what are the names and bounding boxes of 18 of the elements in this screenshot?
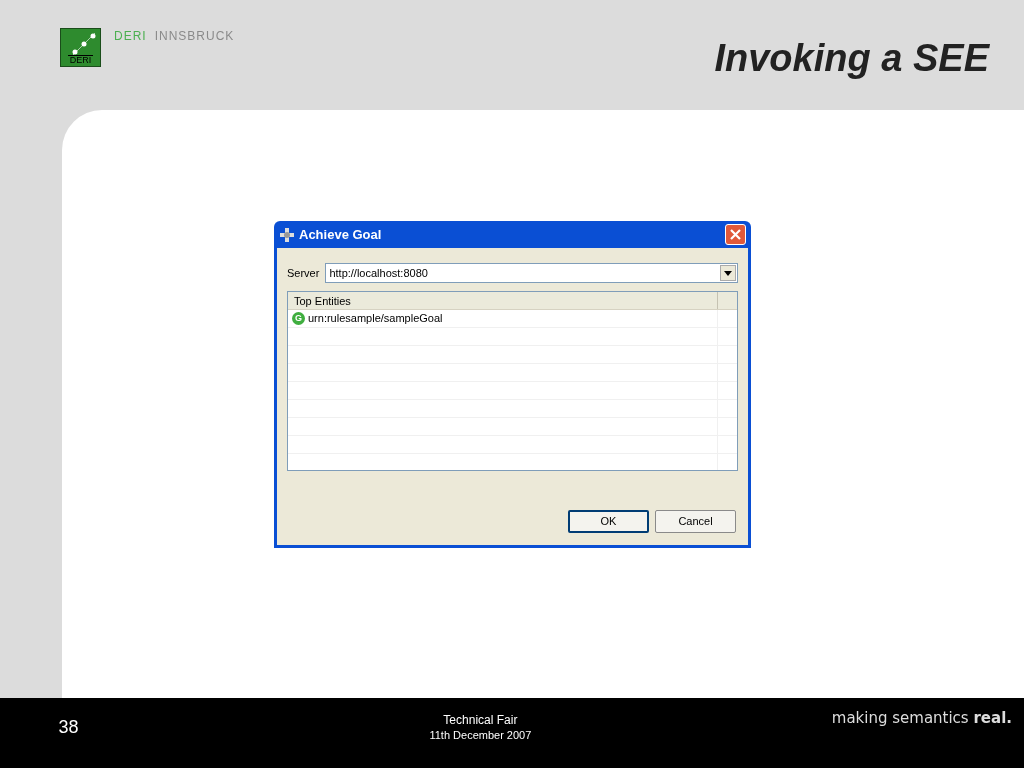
ok-button[interactable]: OK bbox=[568, 510, 649, 533]
goal-icon bbox=[279, 226, 295, 243]
cancel-button[interactable]: Cancel bbox=[655, 510, 736, 533]
slide-title: Invoking a SEE bbox=[714, 36, 989, 81]
tagline: making semantics real. bbox=[831, 708, 1012, 728]
event-name: Technical Fair bbox=[443, 713, 518, 728]
event-date: 11th December 2007 bbox=[429, 728, 532, 742]
server-label: Server bbox=[287, 265, 320, 281]
dialog-title: Achieve Goal bbox=[299, 225, 382, 244]
close-button[interactable] bbox=[725, 224, 746, 245]
brand-name: DERI bbox=[114, 28, 147, 45]
goal-badge-icon: G bbox=[292, 312, 305, 325]
brand-location: INNSBRUCK bbox=[154, 28, 235, 45]
table-cell[interactable]: urn:rulesample/sampleGoal bbox=[308, 310, 443, 327]
server-dropdown[interactable]: http://localhost:8080 bbox=[325, 263, 738, 283]
logo-drawing: DERI bbox=[60, 28, 101, 67]
close-icon bbox=[730, 229, 741, 240]
slide-number: 38 bbox=[57, 716, 80, 739]
